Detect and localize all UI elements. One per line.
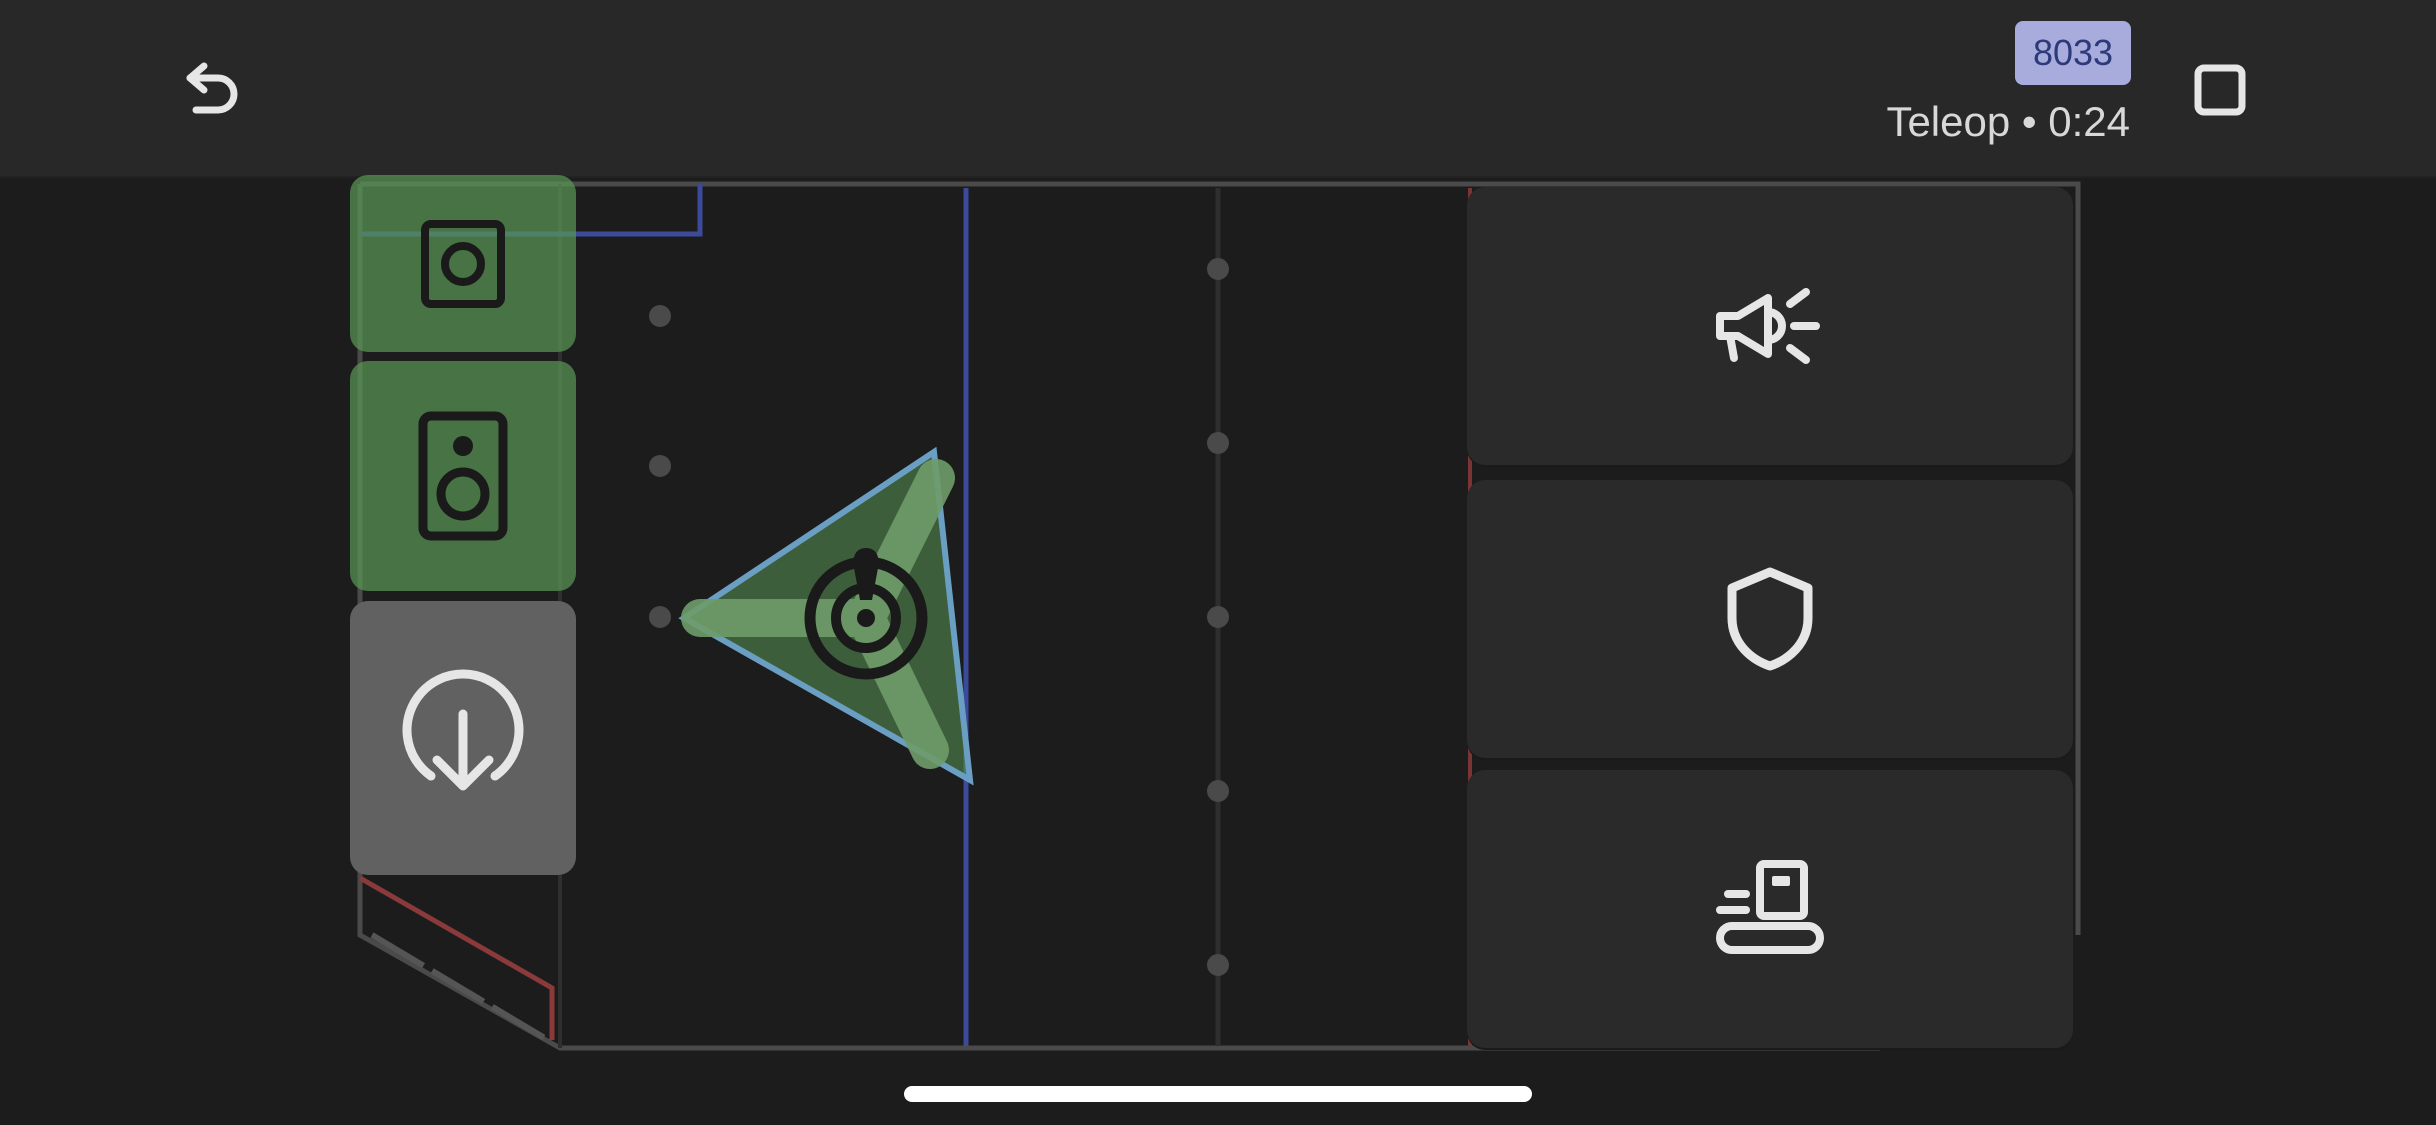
megaphone-icon bbox=[1716, 288, 1820, 364]
speaker-small-icon bbox=[421, 219, 505, 308]
speaker-slot-button[interactable] bbox=[350, 361, 576, 591]
speaker-icon bbox=[418, 411, 508, 541]
intake-button[interactable] bbox=[350, 601, 576, 875]
shield-icon bbox=[1727, 567, 1813, 671]
speaker-slot-top-button[interactable] bbox=[350, 175, 576, 352]
amp-button[interactable] bbox=[1467, 187, 2073, 465]
feed-button[interactable] bbox=[1467, 770, 2073, 1048]
defense-button[interactable] bbox=[1467, 480, 2073, 758]
feeder-icon bbox=[1716, 860, 1824, 954]
home-indicator[interactable] bbox=[904, 1086, 1532, 1102]
intake-download-icon bbox=[402, 669, 524, 791]
